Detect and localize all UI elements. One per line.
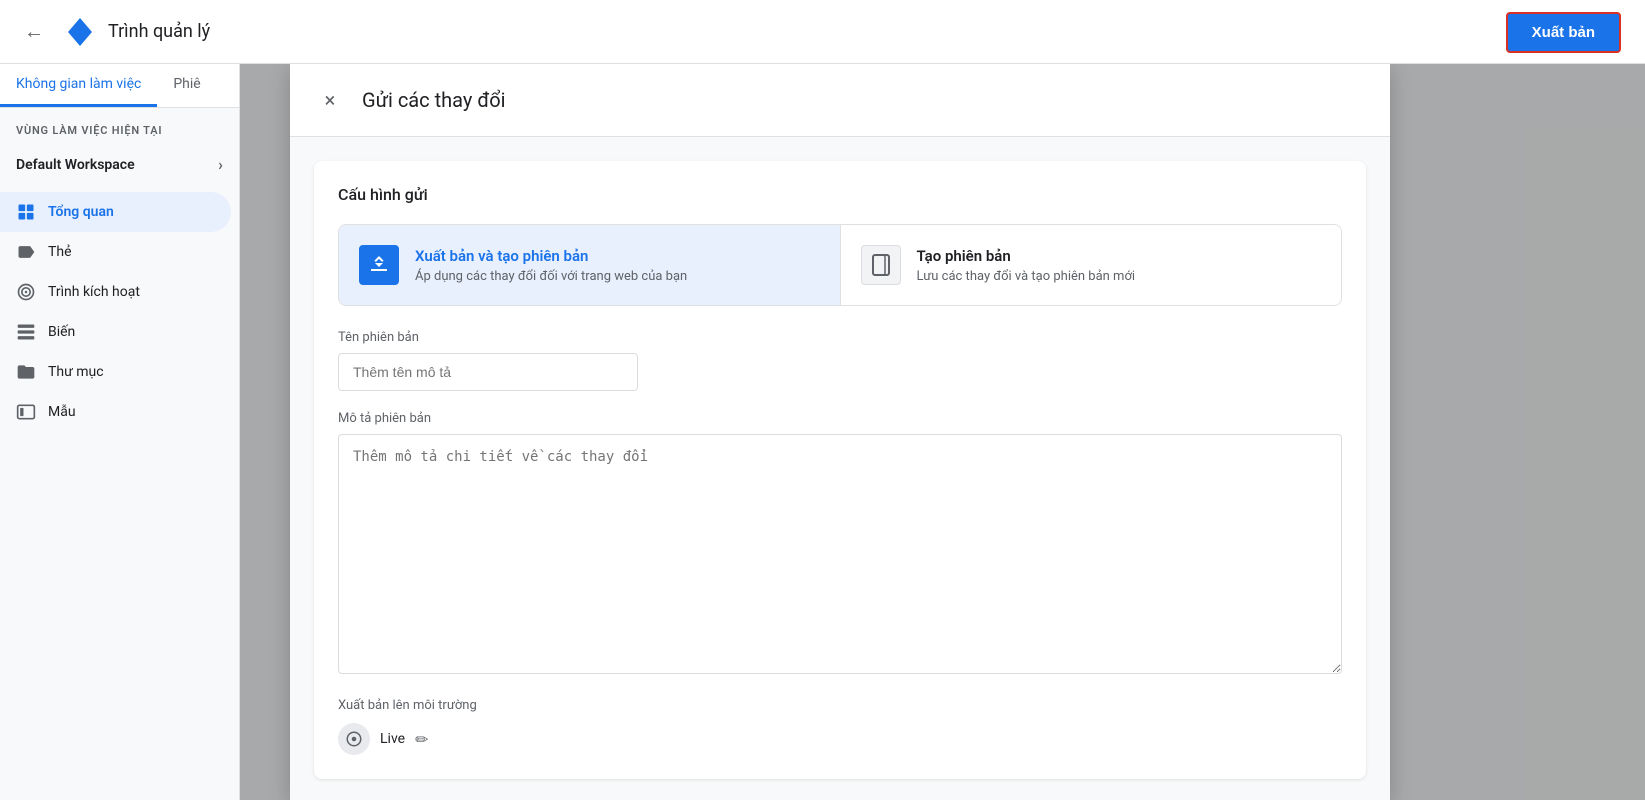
app-logo: [64, 16, 96, 48]
sidebar-item-overview[interactable]: Tổng quan: [0, 192, 231, 232]
options-row: Xuất bản và tạo phiên bản Áp dụng các th…: [338, 224, 1342, 306]
version-name-label: Tên phiên bản: [338, 330, 1342, 345]
option-publish-title: Xuất bản và tạo phiên bản: [415, 247, 687, 265]
version-name-input[interactable]: [338, 353, 638, 391]
config-card: Cấu hình gửi Xuất bản và tạo phiên b: [314, 161, 1366, 779]
dialog-overlay: × Gửi các thay đổi Cấu hình gửi: [240, 64, 1645, 800]
sidebar-label-overview: Tổng quan: [48, 204, 114, 220]
workspace-item[interactable]: Default Workspace ›: [0, 145, 239, 184]
option-version-title: Tạo phiên bản: [917, 247, 1136, 265]
env-label: Xuất bản lên môi trường: [338, 698, 1342, 713]
tab-versions[interactable]: Phiê: [157, 64, 216, 107]
sidebar-item-triggers[interactable]: Trình kích hoạt: [0, 272, 231, 312]
target-icon: [16, 282, 36, 302]
env-name: Live: [380, 731, 405, 747]
sidebar-item-tags[interactable]: Thẻ: [0, 232, 231, 272]
submit-dialog: × Gửi các thay đổi Cấu hình gửi: [290, 64, 1390, 800]
option-publish-text: Xuất bản và tạo phiên bản Áp dụng các th…: [415, 247, 687, 284]
sidebar-label-variables: Biến: [48, 324, 75, 340]
sidebar-label-triggers: Trình kích hoạt: [48, 284, 140, 300]
grid-icon: [16, 202, 36, 222]
workspace-section-label: VÙNG LÀM VIỆC HIỆN TẠI: [0, 108, 239, 145]
sidebar-item-templates[interactable]: Mẫu: [0, 392, 231, 432]
config-title: Cấu hình gửi: [338, 185, 1342, 204]
sidebar-label-folders: Thư mục: [48, 364, 104, 380]
env-row: Live ✏: [338, 723, 1342, 755]
dialog-body: Cấu hình gửi Xuất bản và tạo phiên b: [290, 137, 1390, 800]
option-create-version[interactable]: Tạo phiên bản Lưu các thay đổi và tạo ph…: [841, 225, 1342, 305]
variables-icon: [16, 322, 36, 342]
tag-icon: [16, 242, 36, 262]
sidebar-tabs: Không gian làm việc Phiê: [0, 64, 239, 108]
create-version-icon: [861, 245, 901, 285]
app-title: Trình quản lý: [108, 21, 210, 42]
option-version-text: Tạo phiên bản Lưu các thay đổi và tạo ph…: [917, 247, 1136, 284]
option-version-subtitle: Lưu các thay đổi và tạo phiên bản mới: [917, 269, 1136, 284]
top-header: ← Trình quản lý Xuất bản: [0, 0, 1645, 64]
sidebar-label-tags: Thẻ: [48, 244, 72, 260]
chevron-right-icon: ›: [218, 155, 223, 174]
version-desc-textarea[interactable]: [338, 434, 1342, 674]
publish-version-icon: [359, 245, 399, 285]
main-area: Không gian làm việc Phiê VÙNG LÀM VIỆC H…: [0, 64, 1645, 800]
version-desc-label: Mô tả phiên bản: [338, 411, 1342, 426]
sidebar: Không gian làm việc Phiê VÙNG LÀM VIỆC H…: [0, 64, 240, 800]
sidebar-item-folders[interactable]: Thư mục: [0, 352, 231, 392]
dialog-title: Gửi các thay đổi: [362, 88, 506, 112]
sidebar-item-variables[interactable]: Biến: [0, 312, 231, 352]
sidebar-nav: Tổng quan Thẻ Trình kích hoạt: [0, 184, 239, 440]
edit-env-button[interactable]: ✏: [415, 730, 428, 749]
publish-button[interactable]: Xuất bản: [1506, 12, 1621, 53]
option-publish-and-version[interactable]: Xuất bản và tạo phiên bản Áp dụng các th…: [339, 225, 840, 305]
template-icon: [16, 402, 36, 422]
tab-workspace[interactable]: Không gian làm việc: [0, 64, 157, 107]
close-button[interactable]: ×: [314, 84, 346, 116]
sidebar-label-templates: Mẫu: [48, 404, 76, 420]
dialog-header: × Gửi các thay đổi: [290, 64, 1390, 137]
env-icon: [338, 723, 370, 755]
folder-icon: [16, 362, 36, 382]
workspace-name: Default Workspace: [16, 157, 135, 173]
header-left: ← Trình quản lý: [16, 11, 210, 52]
back-button[interactable]: ←: [16, 11, 52, 52]
option-publish-subtitle: Áp dụng các thay đổi đối với trang web c…: [415, 269, 687, 284]
